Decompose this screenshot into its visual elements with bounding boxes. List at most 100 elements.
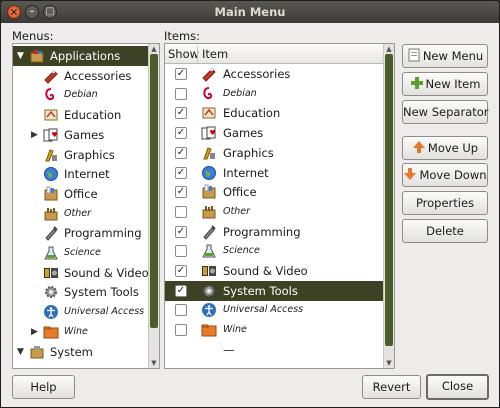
expander-open-icon[interactable]: ▼ (17, 342, 24, 362)
item-row[interactable]: ✓ Accessories (165, 64, 383, 84)
menus-label: Menus: (12, 29, 54, 43)
revert-button[interactable]: Revert (362, 375, 421, 399)
item-row[interactable]: Debian (165, 84, 383, 104)
new-separator-button[interactable]: New Separator (402, 100, 489, 124)
menus-scroll-thumb[interactable] (150, 54, 158, 328)
item-row[interactable]: Other (165, 202, 383, 222)
menu-tree-item[interactable]: Debian (13, 85, 148, 105)
other-icon (201, 204, 217, 220)
show-checkbox[interactable]: ✓ (175, 146, 187, 159)
scroll-up-arrow-icon[interactable]: ▲ (149, 44, 159, 54)
universal-access-icon (43, 304, 59, 320)
expander-closed-icon[interactable]: ▶ (31, 322, 38, 342)
close-button[interactable]: Close (426, 374, 489, 400)
other-icon (43, 206, 59, 222)
menus-scrollbar[interactable]: ▲ ▼ (148, 44, 159, 368)
debian-icon (201, 86, 217, 102)
show-checkbox[interactable]: ✓ (175, 265, 187, 277)
item-row[interactable]: ✓ Graphics (165, 143, 383, 163)
show-checkbox[interactable]: ✓ (175, 225, 187, 238)
show-checkbox[interactable]: ✓ (175, 284, 187, 297)
item-row[interactable]: ✓ Programming (165, 222, 383, 242)
debian-icon (43, 87, 59, 103)
item-row[interactable]: ✓ Office (165, 182, 383, 202)
scroll-down-arrow-icon[interactable]: ▼ (384, 358, 394, 368)
show-checkbox[interactable]: ✓ (175, 186, 187, 199)
programming-icon (43, 225, 59, 242)
expander-closed-icon[interactable]: ▶ (31, 125, 38, 145)
new-menu-icon (407, 47, 421, 62)
show-checkbox[interactable] (175, 205, 187, 218)
show-checkbox[interactable] (175, 245, 187, 258)
new-item-button[interactable]: New Item (402, 72, 488, 96)
item-row[interactable]: ✓ System Tools (165, 280, 383, 301)
expander-open-icon[interactable]: ▼ (17, 46, 24, 66)
sound-video-icon (43, 265, 59, 281)
menu-tree-item[interactable]: Accessories (13, 66, 148, 86)
main-menu-window: × – □ Main Menu Menus: Items: ▼ Applicati… (0, 0, 500, 408)
science-icon (43, 245, 59, 261)
item-row[interactable]: ✓ Internet (165, 163, 383, 183)
item-label: Graphics (223, 145, 274, 160)
accessories-icon (43, 68, 59, 84)
graphics-icon (201, 145, 217, 161)
menu-tree-item[interactable]: ▶ Wine (13, 322, 148, 342)
menu-tree-item[interactable]: Education (13, 105, 148, 125)
show-checkbox[interactable]: ✓ (175, 166, 187, 179)
item-label: Wine (223, 324, 247, 336)
svg-text:♥: ♥ (52, 131, 58, 139)
system-tools-icon (201, 283, 217, 299)
title-bar[interactable]: × – □ Main Menu (1, 1, 499, 23)
item-row[interactable]: Science (165, 241, 383, 261)
show-checkbox[interactable] (175, 304, 187, 317)
menu-tree-item[interactable]: Internet (13, 164, 148, 184)
arrow-down-icon (403, 166, 417, 180)
show-column-header[interactable]: Show (168, 47, 199, 61)
items-scrollbar[interactable]: ▲ ▼ (383, 44, 394, 368)
items-list[interactable]: Show Item ✓ Accessories Debian ✓ Education ✓ ♥… (164, 43, 395, 369)
menu-tree-item[interactable]: Programming (13, 223, 148, 243)
menu-tree-item-label: System (50, 344, 93, 359)
show-checkbox[interactable]: ✓ (175, 127, 187, 140)
item-row[interactable]: Universal Access (165, 300, 383, 320)
item-row[interactable]: Wine (165, 320, 383, 340)
item-row[interactable]: ✓ ♥ Games (165, 123, 383, 143)
show-checkbox[interactable]: ✓ (175, 68, 187, 80)
delete-button[interactable]: Delete (402, 219, 488, 243)
item-row[interactable]: ✓ Sound & Video (165, 261, 383, 281)
office-icon (43, 186, 59, 202)
games-icon: ♥ (43, 127, 59, 143)
properties-button[interactable]: Properties (402, 191, 488, 215)
menu-tree-item-label: Accessories (64, 68, 132, 83)
menu-tree-item-label: Wine (64, 325, 88, 337)
science-icon (201, 243, 217, 259)
show-checkbox[interactable] (175, 324, 187, 337)
menu-tree-item[interactable]: System Tools (13, 282, 148, 302)
item-row[interactable]: ✓ Education (165, 103, 383, 123)
help-button[interactable]: Help (12, 375, 75, 399)
item-label: Office (223, 185, 257, 200)
scroll-up-arrow-icon[interactable]: ▲ (384, 44, 394, 54)
show-checkbox[interactable]: ✓ (175, 107, 187, 120)
scroll-down-arrow-icon[interactable]: ▼ (149, 358, 159, 368)
menu-tree-item[interactable]: Other (13, 204, 148, 224)
menu-tree-item[interactable]: Graphics (13, 145, 148, 165)
item-row[interactable]: — (165, 340, 383, 360)
menu-tree-item[interactable]: ▼ Applications (13, 46, 148, 66)
sound-video-icon (201, 263, 217, 279)
move-up-button[interactable]: Move Up (402, 136, 488, 160)
menu-tree-item[interactable]: Office (13, 184, 148, 204)
menu-tree-item[interactable]: Science (13, 243, 148, 263)
menu-tree-item[interactable]: ▼ System (13, 342, 148, 362)
item-column-header[interactable]: Item (202, 47, 228, 61)
internet-icon (43, 166, 59, 182)
menu-tree-item[interactable]: Sound & Video (13, 263, 149, 283)
show-checkbox[interactable] (175, 87, 187, 100)
menu-tree-item-label: Debian (64, 89, 98, 101)
menu-tree-item[interactable]: Universal Access (13, 302, 148, 322)
new-menu-button[interactable]: New Menu (402, 44, 488, 68)
items-scroll-thumb[interactable] (385, 54, 393, 346)
move-down-button[interactable]: Move Down (402, 163, 488, 187)
menu-tree-item[interactable]: ▶ ♥ Games (13, 125, 148, 145)
menus-tree[interactable]: ▼ Applications Accessories Debian Education ▶… (12, 43, 160, 369)
